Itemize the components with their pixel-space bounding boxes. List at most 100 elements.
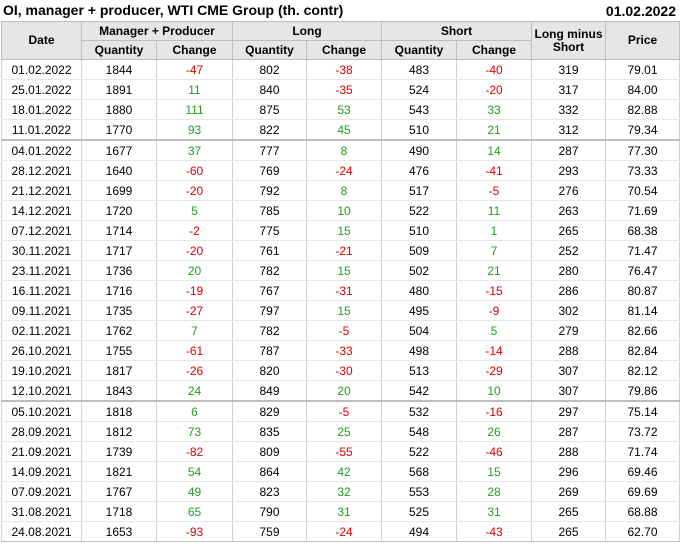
cell-long-quantity: 785 [232,200,307,221]
cell-date: 24.08.2021 [1,521,82,542]
cell-short-change: 21 [456,119,533,141]
table-row: 21.09.2021 1739 -82 809 -55 522 -46 288 71.74 [1,441,680,462]
cell-mp-quantity: 1818 [81,400,157,422]
cell-price: 77.30 [605,139,680,161]
header-short-quantity: Quantity [381,40,458,60]
cell-long-quantity: 767 [232,280,307,301]
cell-mp-change: 37 [156,139,233,161]
cell-long-quantity: 802 [232,59,307,80]
cell-date: 18.01.2022 [1,99,82,120]
cell-date: 11.01.2022 [1,119,82,141]
cell-long-quantity: 797 [232,300,307,321]
table-row: 25.01.2022 1891 11 840 -35 524 -20 317 84.00 [1,79,680,100]
cell-long-change: -33 [305,340,383,361]
cell-mp-quantity: 1755 [81,340,157,361]
cell-short-quantity: 480 [381,280,458,301]
cell-date: 01.02.2022 [1,59,82,80]
cell-short-quantity: 510 [381,119,458,141]
cell-long-change: 31 [305,501,383,522]
cell-mp-change: -2 [156,220,233,241]
cell-date: 07.09.2021 [1,481,82,502]
cell-short-quantity: 476 [381,160,458,181]
cell-short-quantity: 498 [381,340,458,361]
cell-long-minus-short: 332 [531,99,607,120]
cell-short-quantity: 548 [381,421,458,442]
cell-long-quantity: 875 [232,99,307,120]
header-long-quantity: Quantity [232,40,307,60]
table-row: 01.02.2022 1844 -47 802 -38 483 -40 319 79.01 [1,59,680,80]
cell-mp-change: 54 [156,461,233,482]
cell-short-quantity: 553 [381,481,458,502]
cell-long-minus-short: 269 [531,481,607,502]
cell-short-quantity: 502 [381,260,458,281]
cell-date: 14.09.2021 [1,461,82,482]
header-mp-change: Change [156,40,233,60]
cell-mp-change: 49 [156,481,233,502]
header-mp-quantity: Quantity [81,40,157,60]
cell-long-quantity: 782 [232,260,307,281]
cell-date: 05.10.2021 [1,400,82,422]
cell-short-quantity: 504 [381,320,458,341]
cell-short-quantity: 490 [381,139,458,161]
report-title: OI, manager + producer, WTI CME Group (t… [3,2,344,18]
cell-date: 04.01.2022 [1,139,82,161]
table-row: 14.09.2021 1821 54 864 42 568 15 296 69.46 [1,461,680,482]
cell-short-change: 5 [456,320,533,341]
cell-long-change: -35 [305,79,383,100]
cell-short-quantity: 532 [381,400,458,422]
table-row: 09.11.2021 1735 -27 797 15 495 -9 302 81.14 [1,300,680,321]
cell-price: 80.87 [605,280,680,301]
cell-price: 71.74 [605,441,680,462]
cell-short-quantity: 495 [381,300,458,321]
cell-price: 81.14 [605,300,680,321]
cell-long-quantity: 809 [232,441,307,462]
header-manager-producer: Manager + Producer [81,21,233,41]
table-row: 05.10.2021 1818 6 829 -5 532 -16 297 75.14 [1,400,680,422]
cell-long-change: 53 [305,99,383,120]
cell-mp-quantity: 1821 [81,461,157,482]
table-row: 14.12.2021 1720 5 785 10 522 11 263 71.69 [1,200,680,221]
cell-mp-quantity: 1720 [81,200,157,221]
cell-long-minus-short: 263 [531,200,607,221]
header-long-change: Change [305,40,383,60]
cell-long-quantity: 759 [232,521,307,542]
cell-long-quantity: 775 [232,220,307,241]
cell-short-quantity: 494 [381,521,458,542]
cell-price: 82.88 [605,99,680,120]
cell-price: 68.88 [605,501,680,522]
header-long-minus-short: Long minus Short [531,21,607,60]
cell-mp-change: 7 [156,320,233,341]
cell-date: 21.09.2021 [1,441,82,462]
cell-mp-change: -20 [156,240,233,261]
table-body: 01.02.2022 1844 -47 802 -38 483 -40 319 79.01 25.… [1,59,680,542]
cell-long-quantity: 822 [232,119,307,141]
cell-mp-change: 6 [156,400,233,422]
cell-short-quantity: 510 [381,220,458,241]
table-row: 16.11.2021 1716 -19 767 -31 480 -15 286 80.87 [1,280,680,301]
cell-long-change: 8 [305,139,383,161]
cell-short-quantity: 522 [381,441,458,462]
cell-long-change: 20 [305,380,383,402]
cell-mp-change: -19 [156,280,233,301]
cell-mp-quantity: 1767 [81,481,157,502]
cell-mp-quantity: 1640 [81,160,157,181]
cell-mp-change: -61 [156,340,233,361]
cell-long-minus-short: 288 [531,340,607,361]
cell-long-minus-short: 252 [531,240,607,261]
table-row: 07.12.2021 1714 -2 775 15 510 1 265 68.38 [1,220,680,241]
cell-long-change: 32 [305,481,383,502]
cell-price: 75.14 [605,400,680,422]
cell-mp-change: 11 [156,79,233,100]
cell-long-minus-short: 297 [531,400,607,422]
cell-long-change: -21 [305,240,383,261]
cell-long-quantity: 790 [232,501,307,522]
cell-mp-quantity: 1880 [81,99,157,120]
table-row: 26.10.2021 1755 -61 787 -33 498 -14 288 82.84 [1,340,680,361]
cell-date: 09.11.2021 [1,300,82,321]
cell-short-change: 7 [456,240,533,261]
cell-long-minus-short: 265 [531,501,607,522]
cell-long-quantity: 829 [232,400,307,422]
cell-long-change: -55 [305,441,383,462]
cell-date: 12.10.2021 [1,380,82,402]
cell-short-change: 14 [456,139,533,161]
